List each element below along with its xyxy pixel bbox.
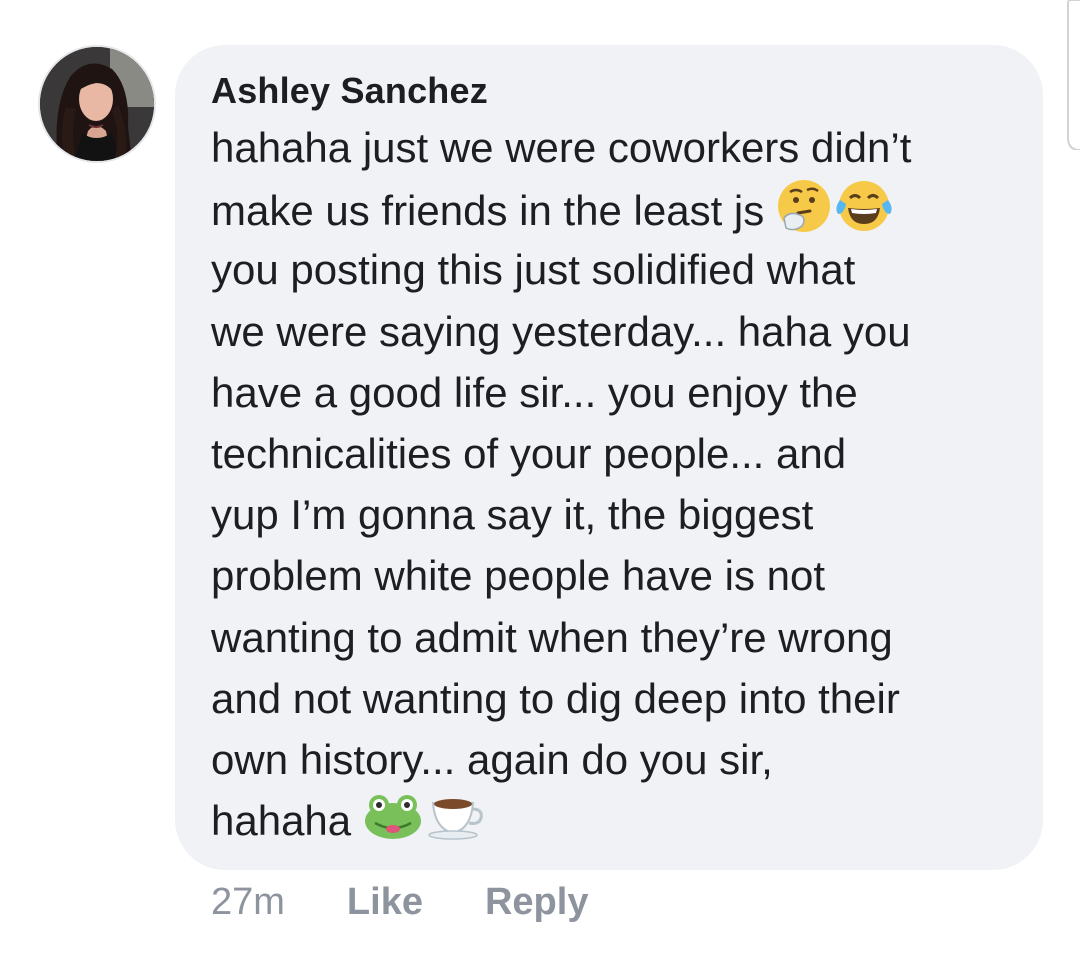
avatar[interactable] <box>38 45 156 163</box>
comment-line: hahaha just we were coworkers didn’t <box>211 124 912 171</box>
comment-line-with-emoji: make us friends in the least js <box>211 178 1003 239</box>
comment-text: hahaha just we were coworkers didn’t mak… <box>211 117 1003 851</box>
profile-photo-icon <box>40 47 154 161</box>
comment-bubble: Ashley Sanchez hahaha just we were cowor… <box>175 45 1043 870</box>
comment-line: hahaha <box>211 797 352 845</box>
like-button[interactable]: Like <box>347 881 423 924</box>
comment-screen: Ashley Sanchez hahaha just we were cowor… <box>0 0 1080 972</box>
comment-line: we were saying yesterday... haha you <box>211 307 911 355</box>
scroll-edge <box>1067 0 1080 150</box>
comment-actions: 27m Like Reply <box>211 880 650 924</box>
comment-line-with-emoji: hahaha <box>211 790 1003 851</box>
comment-line: own history... again do you sir, <box>211 735 773 783</box>
reply-button[interactable]: Reply <box>485 881 588 924</box>
comment-line: technicalities of your people... and <box>211 429 847 477</box>
comment-author[interactable]: Ashley Sanchez <box>211 67 1003 115</box>
comment-line: have a good life sir... you enjoy the <box>211 368 858 416</box>
comment-line: wanting to admit when they’re wrong <box>211 613 893 661</box>
comment-line: make us friends in the least js <box>211 187 765 235</box>
hot-beverage-icon <box>425 791 485 857</box>
frog-face-icon <box>363 791 423 857</box>
comment-line: problem white people have is not <box>211 552 826 600</box>
comment-line: and not wanting to dig deep into their <box>211 674 900 722</box>
comment-line: yup I’m gonna say it, the biggest <box>211 491 814 539</box>
comment-timestamp: 27m <box>211 880 285 923</box>
